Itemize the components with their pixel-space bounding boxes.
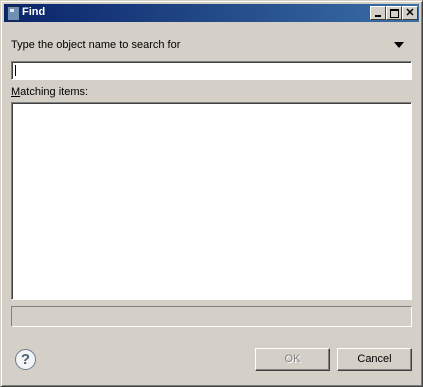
window-icon [7,6,20,21]
minimize-icon [375,15,381,17]
find-dialog: Find ✕ Type the object name to search fo… [0,0,423,387]
close-button[interactable]: ✕ [402,6,418,20]
search-input[interactable] [12,62,411,79]
matching-items-mnemonic: M [11,86,21,98]
maximize-icon [390,9,399,18]
help-icon[interactable]: ? [15,349,36,370]
ok-button[interactable]: OK [255,348,330,371]
matching-items-list[interactable] [11,102,412,300]
minimize-button[interactable] [370,6,386,20]
search-input-frame[interactable] [11,61,412,80]
title-bar[interactable]: Find ✕ [4,4,419,22]
close-icon: ✕ [405,7,415,19]
matching-items-label: Matching items: [11,86,88,98]
status-field [11,306,412,327]
search-prompt-label: Type the object name to search for [11,39,181,51]
text-cursor [15,65,16,76]
maximize-button[interactable] [386,6,402,20]
matching-items-label-text: atching items: [20,86,89,98]
window-title: Find [22,6,46,18]
chevron-down-icon[interactable] [394,42,404,48]
cancel-button[interactable]: Cancel [337,348,412,371]
